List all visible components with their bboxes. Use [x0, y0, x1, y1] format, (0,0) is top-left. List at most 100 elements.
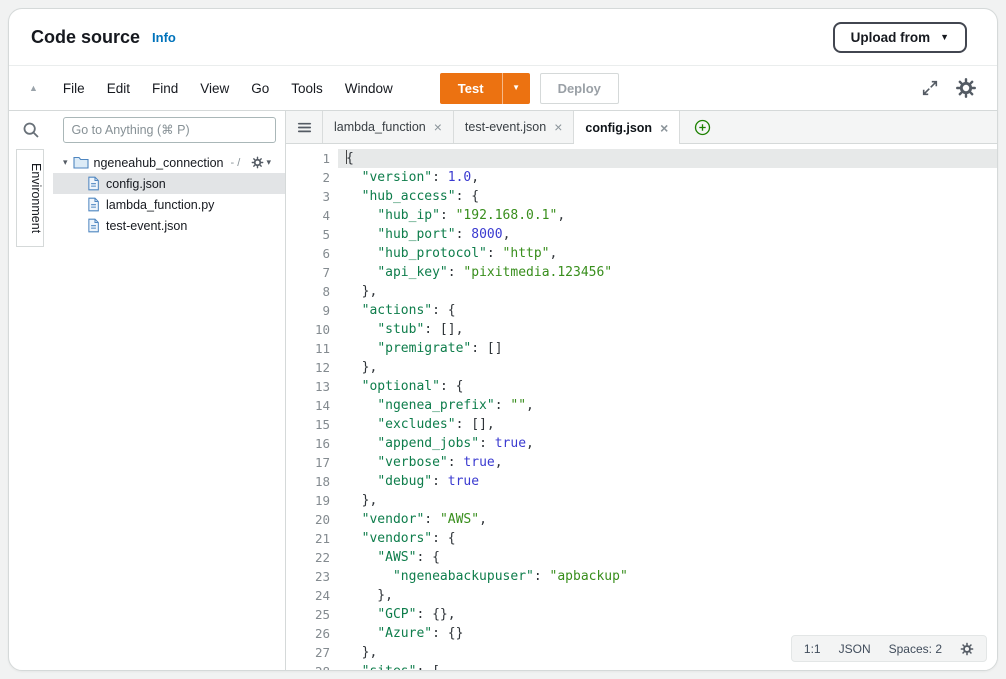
line-number: 6: [286, 244, 338, 263]
test-button[interactable]: Test ▼: [440, 73, 530, 104]
code-line[interactable]: 8 },: [286, 282, 997, 301]
code-line[interactable]: 16 "append_jobs": true,: [286, 434, 997, 453]
test-dropdown-button[interactable]: ▼: [502, 73, 530, 104]
code-text[interactable]: "actions": {: [338, 301, 997, 320]
code-line[interactable]: 11 "premigrate": []: [286, 339, 997, 358]
code-line[interactable]: 17 "verbose": true,: [286, 453, 997, 472]
deploy-button[interactable]: Deploy: [540, 73, 619, 104]
tree-file-lambda_function.py[interactable]: lambda_function.py: [53, 194, 285, 215]
code-text[interactable]: "ngeneabackupuser": "apbackup": [338, 567, 997, 586]
collapse-pane-icon[interactable]: ▲: [29, 83, 38, 93]
code-line[interactable]: 14 "ngenea_prefix": "",: [286, 396, 997, 415]
code-line[interactable]: 7 "api_key": "pixitmedia.123456": [286, 263, 997, 282]
code-line[interactable]: 4 "hub_ip": "192.168.0.1",: [286, 206, 997, 225]
goto-anything-input[interactable]: [63, 117, 276, 143]
code-line[interactable]: 28 "sites": [: [286, 662, 997, 670]
line-number: 14: [286, 396, 338, 415]
settings-gear-icon[interactable]: [955, 77, 977, 99]
chevron-down-icon: ▾: [63, 158, 68, 167]
language-mode[interactable]: JSON: [839, 642, 871, 656]
code-text[interactable]: "append_jobs": true,: [338, 434, 997, 453]
code-text[interactable]: },: [338, 491, 997, 510]
code-text[interactable]: "api_key": "pixitmedia.123456": [338, 263, 997, 282]
editor-tab-lambda_function[interactable]: lambda_function×: [323, 111, 454, 143]
code-text[interactable]: "premigrate": []: [338, 339, 997, 358]
editor-tab-test-event.json[interactable]: test-event.json×: [454, 111, 574, 143]
menu-item-go[interactable]: Go: [240, 75, 280, 102]
search-icon[interactable]: [22, 121, 40, 144]
code-text[interactable]: "vendor": "AWS",: [338, 510, 997, 529]
code-line[interactable]: 18 "debug": true: [286, 472, 997, 491]
file-name: lambda_function.py: [106, 198, 214, 212]
close-icon[interactable]: ×: [554, 120, 562, 134]
tree-folder-row[interactable]: ▾ ngeneahub_connection - / ▾: [53, 152, 285, 173]
code-text[interactable]: "sites": [: [338, 662, 997, 670]
code-line[interactable]: 2 "version": 1.0,: [286, 168, 997, 187]
code-line[interactable]: 12 },: [286, 358, 997, 377]
code-text[interactable]: "hub_access": {: [338, 187, 997, 206]
cursor-position[interactable]: 1:1: [804, 642, 821, 656]
indentation-setting[interactable]: Spaces: 2: [889, 642, 942, 656]
file-explorer: ▾ ngeneahub_connection - / ▾ config.json…: [53, 111, 286, 670]
editor-settings-gear-icon[interactable]: [960, 642, 974, 656]
code-line[interactable]: 21 "vendors": {: [286, 529, 997, 548]
code-text[interactable]: "hub_port": 8000,: [338, 225, 997, 244]
code-text[interactable]: "debug": true: [338, 472, 997, 491]
tree-file-config.json[interactable]: config.json: [53, 173, 285, 194]
code-line[interactable]: 15 "excludes": [],: [286, 415, 997, 434]
file-name: config.json: [106, 177, 166, 191]
menu-item-file[interactable]: File: [52, 75, 96, 102]
code-line[interactable]: 6 "hub_protocol": "http",: [286, 244, 997, 263]
menu-item-window[interactable]: Window: [334, 75, 404, 102]
code-line[interactable]: 22 "AWS": {: [286, 548, 997, 567]
code-line[interactable]: 20 "vendor": "AWS",: [286, 510, 997, 529]
code-line[interactable]: 19 },: [286, 491, 997, 510]
code-editor[interactable]: 1{2 "version": 1.0,3 "hub_access": {4 "h…: [286, 144, 997, 670]
tab-list-icon[interactable]: [286, 111, 323, 143]
info-link[interactable]: Info: [152, 30, 176, 45]
code-line[interactable]: 13 "optional": {: [286, 377, 997, 396]
code-text[interactable]: "hub_protocol": "http",: [338, 244, 997, 263]
code-line[interactable]: 23 "ngeneabackupuser": "apbackup": [286, 567, 997, 586]
code-line[interactable]: 24 },: [286, 586, 997, 605]
editor-tab-config.json[interactable]: config.json×: [574, 111, 680, 144]
test-button-label[interactable]: Test: [440, 73, 502, 104]
code-line[interactable]: 1{: [286, 149, 997, 168]
environment-tab[interactable]: Environment: [16, 149, 44, 247]
line-number: 19: [286, 491, 338, 510]
code-line[interactable]: 5 "hub_port": 8000,: [286, 225, 997, 244]
code-line[interactable]: 9 "actions": {: [286, 301, 997, 320]
code-text[interactable]: "hub_ip": "192.168.0.1",: [338, 206, 997, 225]
upload-from-button[interactable]: Upload from ▼: [833, 22, 967, 53]
main-area: Environment ▾ ngeneahub_connection - / ▾: [9, 111, 997, 670]
code-text[interactable]: "GCP": {},: [338, 605, 997, 624]
code-text[interactable]: "AWS": {: [338, 548, 997, 567]
code-text[interactable]: },: [338, 282, 997, 301]
code-text[interactable]: },: [338, 586, 997, 605]
menu-item-edit[interactable]: Edit: [96, 75, 141, 102]
code-line[interactable]: 25 "GCP": {},: [286, 605, 997, 624]
new-tab-button[interactable]: [694, 111, 711, 143]
close-icon[interactable]: ×: [434, 120, 442, 134]
close-icon[interactable]: ×: [660, 121, 668, 135]
menu-item-tools[interactable]: Tools: [280, 75, 334, 102]
code-text[interactable]: "vendors": {: [338, 529, 997, 548]
left-icon-strip: Environment: [9, 111, 53, 670]
menu-item-find[interactable]: Find: [141, 75, 189, 102]
line-number: 11: [286, 339, 338, 358]
code-line[interactable]: 10 "stub": [],: [286, 320, 997, 339]
code-text[interactable]: "optional": {: [338, 377, 997, 396]
code-text[interactable]: "version": 1.0,: [338, 168, 997, 187]
code-text[interactable]: "ngenea_prefix": "",: [338, 396, 997, 415]
gear-icon: [251, 156, 264, 169]
folder-settings-button[interactable]: ▾: [251, 156, 271, 169]
menu-item-view[interactable]: View: [189, 75, 240, 102]
code-text[interactable]: "verbose": true,: [338, 453, 997, 472]
code-text[interactable]: "stub": [],: [338, 320, 997, 339]
code-text[interactable]: },: [338, 358, 997, 377]
code-line[interactable]: 3 "hub_access": {: [286, 187, 997, 206]
fullscreen-icon[interactable]: [921, 79, 939, 97]
code-text[interactable]: {: [338, 149, 997, 168]
code-text[interactable]: "excludes": [],: [338, 415, 997, 434]
tree-file-test-event.json[interactable]: test-event.json: [53, 215, 285, 236]
